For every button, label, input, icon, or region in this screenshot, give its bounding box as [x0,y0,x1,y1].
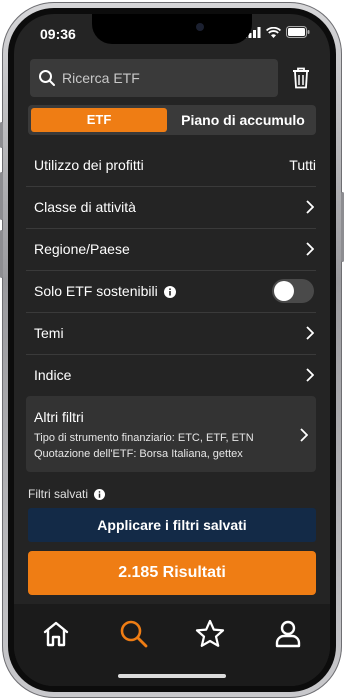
segment-control: ETF Piano di accumulo [28,105,316,135]
tab-piano-accumulo[interactable]: Piano di accumulo [174,108,312,132]
filter-use-of-profits[interactable]: Utilizzo dei profitti Tutti [26,144,316,187]
search-icon [39,70,55,86]
app-screen: 09:36 Ricerca ETF ETF Piano di accumulo … [14,14,330,686]
other-filters-title: Altri filtri [34,409,84,425]
chevron-right-icon [306,242,314,256]
other-filters-line: Quotazione dell'ETF: Borsa Italiana, get… [34,448,243,460]
status-time: 09:36 [40,26,76,42]
status-icons [244,26,310,38]
filter-index[interactable]: Indice [26,354,316,396]
notch [92,14,252,44]
search-placeholder: Ricerca ETF [62,70,140,86]
filter-label: Regione/Paese [34,241,130,257]
chevron-right-icon [306,326,314,340]
wifi-icon [266,26,281,38]
chevron-right-icon [306,368,314,382]
filter-label: Solo ETF sostenibili [34,283,176,299]
battery-icon [286,26,310,38]
trash-icon[interactable] [292,67,310,89]
info-icon[interactable] [163,286,176,298]
saved-filters-text: Filtri salvati [28,487,89,501]
filter-themes[interactable]: Temi [26,312,316,355]
tab-bar [14,604,330,686]
filter-label: Utilizzo dei profitti [34,157,144,173]
user-icon[interactable] [272,618,304,650]
toggle-knob [274,281,294,301]
apply-saved-filters-button[interactable]: Applicare i filtri salvati [28,508,316,542]
filter-asset-class[interactable]: Classe di attività [26,186,316,229]
home-icon[interactable] [40,618,72,650]
filter-label-text: Solo ETF sostenibili [34,283,158,299]
sustainable-toggle[interactable] [272,279,314,303]
filter-label: Classe di attività [34,199,136,215]
search-input[interactable]: Ricerca ETF [30,59,278,97]
other-filters-card[interactable]: Altri filtri Tipo di strumento finanziar… [26,396,316,472]
filter-value: Tutti [289,157,316,173]
tab-etf[interactable]: ETF [31,108,167,132]
saved-filters-label: Filtri salvati [28,487,106,501]
volume-up-button [0,172,3,220]
volume-down-button [0,230,3,278]
home-indicator [118,674,226,678]
filter-sustainable: Solo ETF sostenibili [26,270,316,313]
camera [196,23,204,31]
info-icon[interactable] [94,489,106,500]
search-icon[interactable] [118,618,150,650]
filter-label: Temi [34,325,64,341]
chevron-right-icon [306,200,314,214]
results-button[interactable]: 2.185 Risultati [28,551,316,595]
filter-region[interactable]: Regione/Paese [26,228,316,271]
star-icon[interactable] [194,618,226,650]
mute-switch [0,122,3,148]
other-filters-line: Tipo di strumento finanziario: ETC, ETF,… [34,432,254,444]
filter-label: Indice [34,367,72,383]
chevron-right-icon [300,428,308,442]
